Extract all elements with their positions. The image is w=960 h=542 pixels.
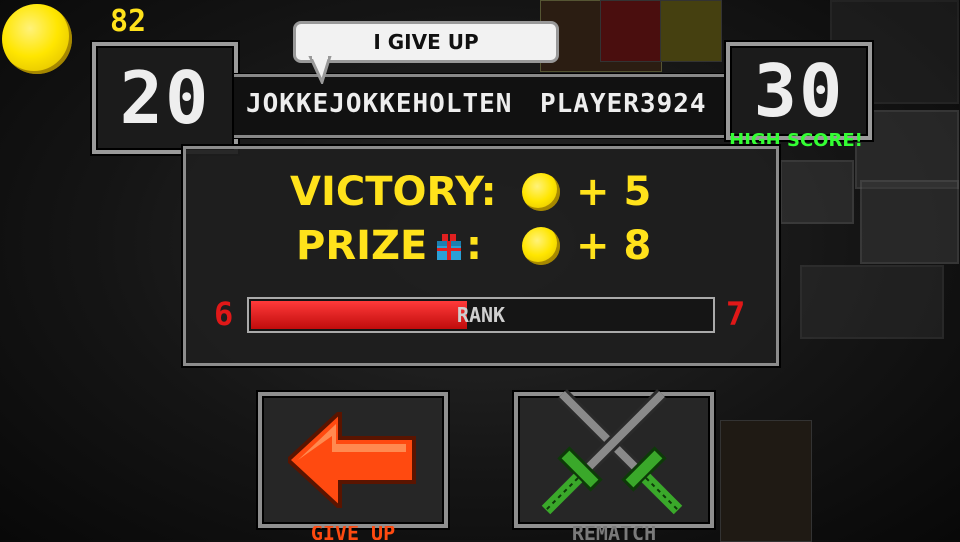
background-barrel bbox=[720, 420, 812, 542]
coin-icon bbox=[522, 227, 560, 265]
rematch-button[interactable] bbox=[514, 389, 714, 528]
speech-bubble-tail bbox=[308, 56, 332, 84]
prize-reward: + 8 bbox=[576, 223, 652, 269]
background-tile bbox=[800, 265, 944, 339]
background-crate bbox=[660, 0, 722, 62]
opponent-score: 30 bbox=[753, 49, 845, 133]
player-score-box: 20 bbox=[92, 42, 238, 154]
rank-current: 6 bbox=[214, 295, 234, 333]
give-up-label: GIVE UP bbox=[310, 526, 396, 540]
prize-colon: : bbox=[466, 223, 482, 269]
speech-bubble: I GIVE UP bbox=[293, 21, 559, 63]
opponent-name: PLAYER3924 bbox=[540, 89, 707, 119]
crossed-swords-icon bbox=[541, 389, 683, 515]
rank-label: RANK bbox=[456, 303, 506, 327]
prize-label: PRIZE bbox=[296, 223, 428, 269]
rank-bar: RANK bbox=[247, 297, 715, 333]
opponent-score-box: 30 bbox=[726, 42, 872, 140]
player-name: JOKKEJOKKEHOLTEN bbox=[246, 89, 513, 119]
victory-reward: + 5 bbox=[576, 169, 652, 215]
background-tile bbox=[780, 160, 854, 224]
results-panel: VICTORY: + 5 PRIZE : + 8 6 RANK 7 bbox=[183, 146, 779, 366]
coin-icon bbox=[2, 4, 72, 74]
background-tile bbox=[860, 180, 959, 264]
gift-icon bbox=[437, 234, 461, 260]
coin-icon bbox=[522, 173, 560, 211]
back-arrow-icon bbox=[288, 412, 416, 508]
coin-count: 82 bbox=[110, 4, 147, 39]
victory-label: VICTORY: bbox=[290, 169, 497, 215]
give-up-button[interactable] bbox=[258, 392, 448, 528]
player-score: 20 bbox=[119, 56, 211, 140]
speech-bubble-text: I GIVE UP bbox=[373, 30, 479, 54]
rank-next: 7 bbox=[726, 295, 746, 333]
background-crate bbox=[600, 0, 662, 62]
rematch-label: REMATCH bbox=[571, 526, 657, 540]
